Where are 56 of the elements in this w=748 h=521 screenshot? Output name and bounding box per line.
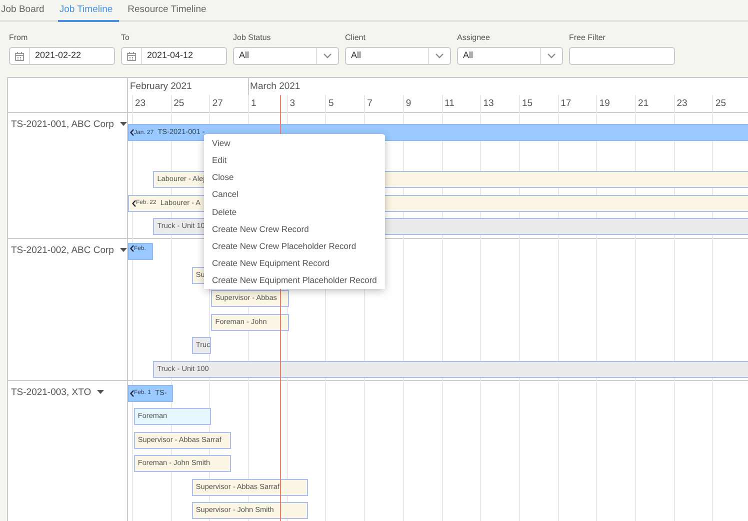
filter-input[interactable] [569, 47, 675, 65]
field-label: To [121, 32, 130, 44]
menu-item[interactable]: Close [204, 169, 385, 186]
menu-item[interactable]: Delete [204, 203, 385, 220]
chevron-down-icon [435, 53, 444, 59]
menu-item[interactable]: View [204, 135, 385, 152]
chevron-left-icon [132, 200, 136, 206]
day-label: 11 [444, 97, 454, 111]
chevron-left-icon [130, 129, 134, 136]
menu-item[interactable]: Create New Equipment Placeholder Record [204, 272, 385, 289]
menu-item[interactable]: Create New Equipment Record [204, 254, 385, 272]
day-label: 23 [676, 97, 688, 111]
day-label: 15 [520, 97, 533, 111]
day-label: 13 [482, 97, 494, 111]
day-label: 9 [404, 97, 412, 111]
menu-item[interactable]: Create New Crew Placeholder Record [204, 238, 385, 255]
chevron-left-icon [130, 390, 134, 396]
field-label: Assignee [457, 32, 491, 44]
date-field[interactable]: 2021-04-12 [121, 47, 227, 65]
day-label: 17 [560, 97, 572, 111]
dropdown[interactable]: All [345, 47, 451, 65]
month-label: March 2021 [249, 80, 300, 94]
field-label: Free Filter [569, 32, 606, 44]
job-label: TS-2021-003, XTO [11, 386, 92, 398]
caret-down-icon [120, 122, 127, 126]
caret-down-icon [97, 390, 104, 394]
tab[interactable]: Job Board [0, 0, 50, 22]
day-label: 27 [211, 97, 223, 111]
caret-down-icon [120, 248, 127, 252]
chevron-down-icon [547, 53, 556, 59]
day-label: 21 [637, 97, 649, 111]
dropdown[interactable]: All [233, 47, 339, 65]
menu-item[interactable]: Edit [204, 152, 385, 170]
month-label: February 2021 [129, 80, 192, 94]
day-label: 25 [172, 97, 184, 111]
day-label: 19 [598, 97, 610, 111]
field-label: Job Status [233, 32, 272, 44]
day-label: 1 [250, 97, 256, 111]
menu-item[interactable]: Create New Crew Record [204, 220, 385, 238]
job-label: TS-2021-001, ABC Corp [11, 119, 114, 130]
chevron-left-icon [130, 245, 134, 252]
day-label: 23 [134, 97, 146, 111]
date-field[interactable]: 2021-02-22 [9, 47, 115, 65]
chevron-down-icon [323, 53, 332, 59]
calendar-icon [15, 52, 24, 60]
tab[interactable]: Resource Timeline [126, 0, 212, 22]
day-label: 25 [714, 97, 726, 111]
job-label: TS-2021-002, ABC Corp [11, 245, 114, 256]
day-label: 3 [288, 97, 296, 111]
field-label: Client [345, 32, 366, 44]
menu-item[interactable]: Cancel [204, 186, 385, 204]
day-label: 5 [327, 97, 334, 111]
field-label: From [9, 32, 29, 44]
day-label: 7 [366, 97, 372, 111]
dropdown[interactable]: All [457, 47, 563, 65]
calendar-icon [127, 52, 136, 60]
